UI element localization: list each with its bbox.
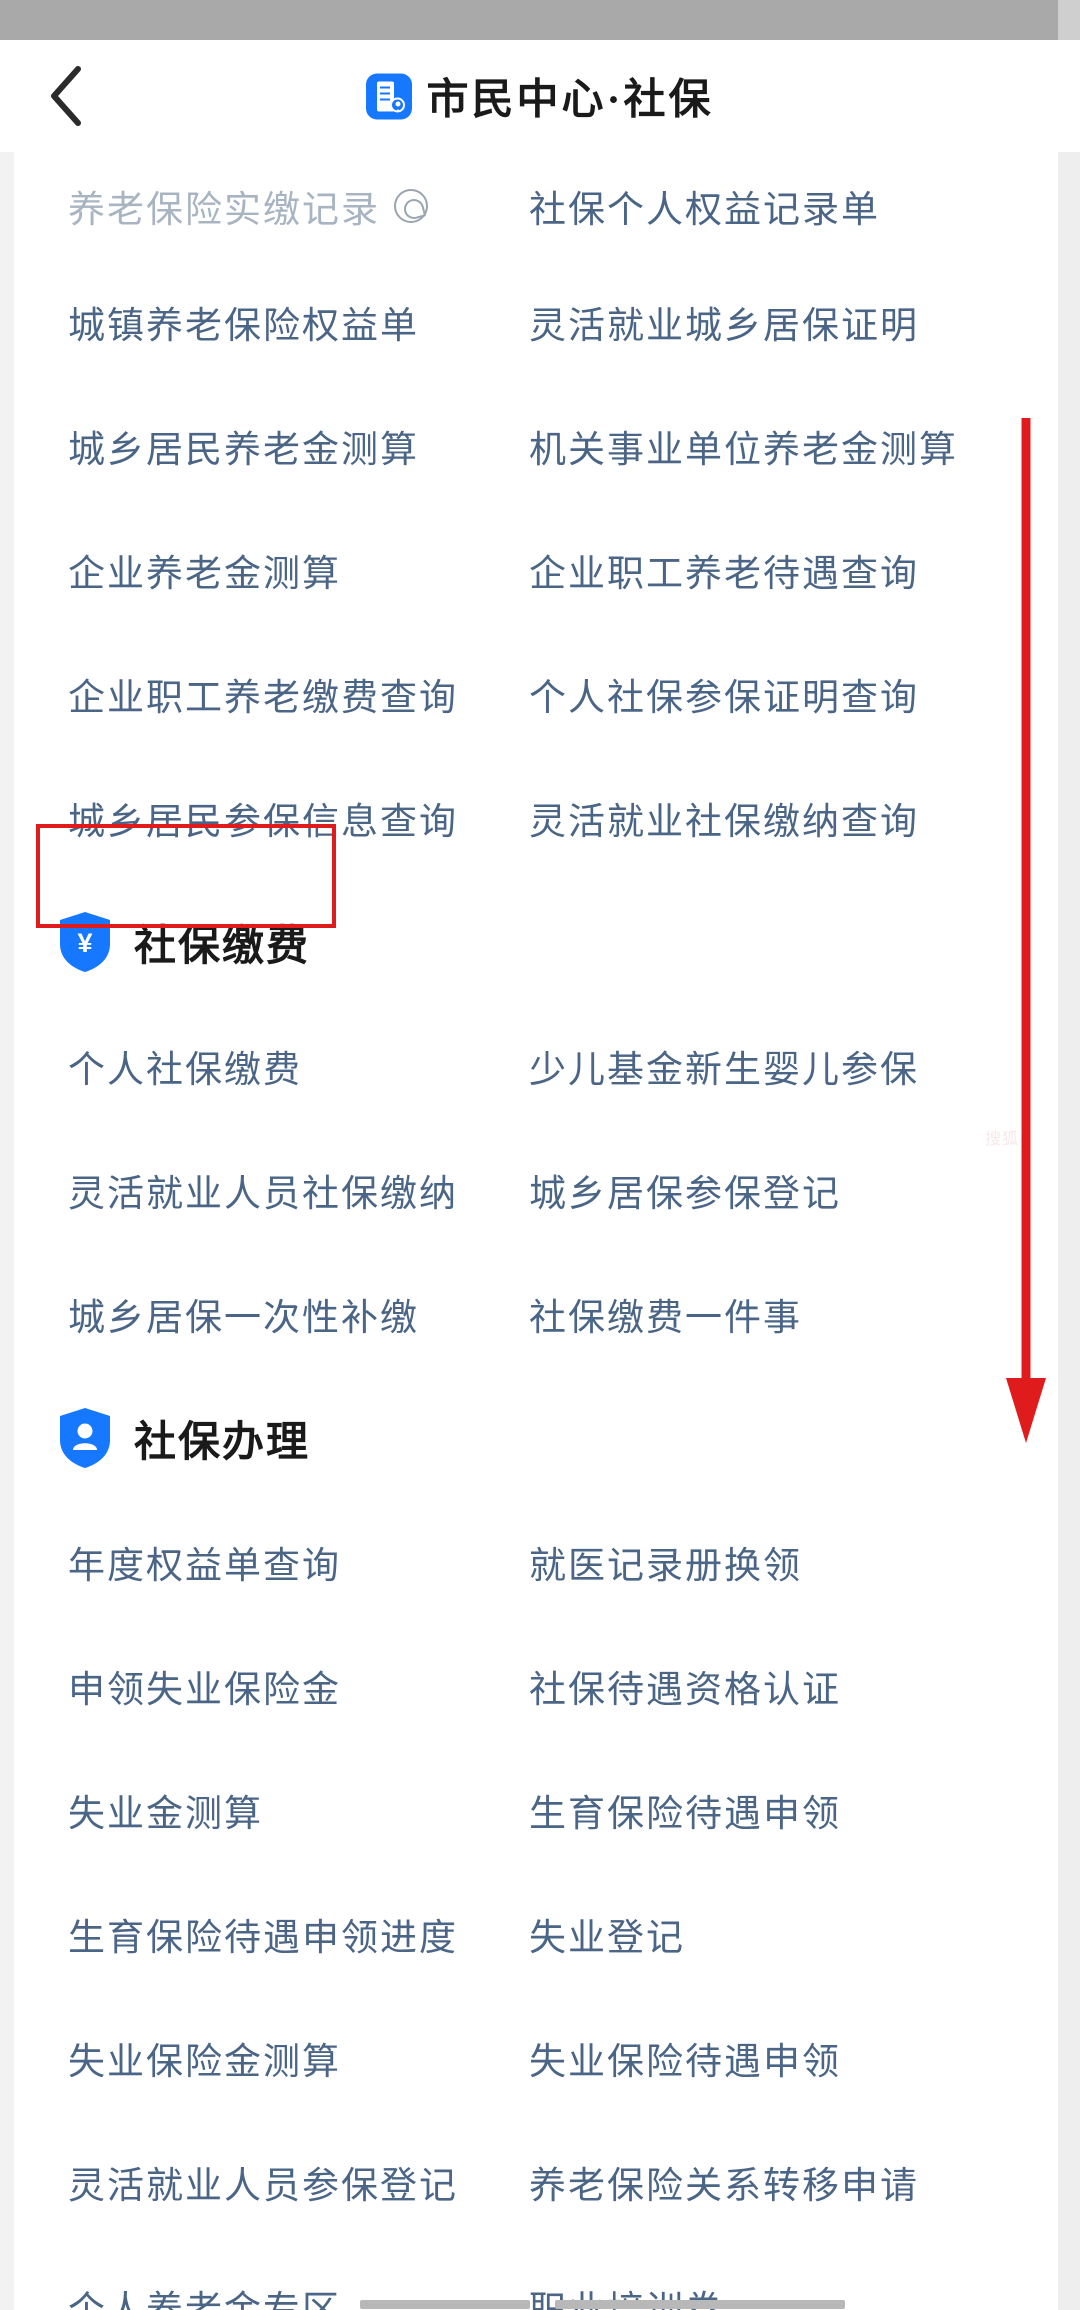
table-row: 个人社保缴费 少儿基金新生婴儿参保 bbox=[0, 1004, 1010, 1128]
service-item-shengyu-baoxian-daiyu-shenling[interactable]: 生育保险待遇申领 bbox=[505, 1783, 1010, 1837]
status-bar-corner bbox=[1058, 0, 1080, 40]
svg-text:¥: ¥ bbox=[77, 928, 92, 958]
service-item-shebao-quanyi-jilu-dan[interactable]: 社保个人权益记录单 bbox=[505, 179, 1010, 233]
service-item-chengxiang-jubao-canbao-dengji[interactable]: 城乡居保参保登记 bbox=[505, 1163, 1010, 1217]
service-item-label: 养老保险关系转移申请 bbox=[529, 2166, 919, 2207]
back-button[interactable] bbox=[34, 64, 98, 128]
table-row: 失业保险金测算 失业保险待遇申领 bbox=[0, 1996, 1010, 2120]
refresh-badge-icon bbox=[394, 189, 428, 223]
table-row: 申领失业保险金 社保待遇资格认证 bbox=[0, 1624, 1010, 1748]
service-item-chengxiang-jumin-yanglaojin-cesuan[interactable]: 城乡居民养老金测算 bbox=[0, 419, 505, 473]
service-item-label: 灵活就业城乡居保证明 bbox=[529, 306, 919, 347]
service-item-shiye-dengji[interactable]: 失业登记 bbox=[505, 1907, 1010, 1961]
service-item-label: 个人社保参保证明查询 bbox=[529, 678, 919, 719]
service-item-shiye-baoxianjin-cesuan[interactable]: 失业保险金测算 bbox=[0, 2031, 505, 2085]
service-item-chengzhen-yanglao-quanyidan[interactable]: 城镇养老保险权益单 bbox=[0, 295, 505, 349]
service-item-label: 个人养老金专区 bbox=[68, 2279, 341, 2310]
service-item-label: 失业登记 bbox=[529, 1918, 685, 1959]
service-item-label: 灵活就业社保缴纳查询 bbox=[529, 802, 919, 843]
service-item-label: 申领失业保险金 bbox=[68, 1670, 341, 1711]
service-item-label: 城乡居保参保登记 bbox=[529, 1174, 841, 1215]
service-item-geren-shebao-jiaofei[interactable]: 个人社保缴费 bbox=[0, 1039, 505, 1093]
service-item-shiyejin-cesuan[interactable]: 失业金测算 bbox=[0, 1783, 505, 1837]
section-header-shebao-jiaofei: ¥ 社保缴费 bbox=[0, 880, 1010, 1004]
service-item-yanglao-shijiao-jilu[interactable]: 养老保险实缴记录 bbox=[0, 179, 505, 233]
service-item-label: 城镇养老保险权益单 bbox=[68, 306, 419, 347]
bottom-underline-left bbox=[360, 2300, 530, 2309]
yen-shield-icon: ¥ bbox=[58, 911, 112, 973]
table-row: 城乡居民养老金测算 机关事业单位养老金测算 bbox=[0, 384, 1010, 508]
section-title: 社保办理 bbox=[134, 1419, 311, 1466]
citizen-card-icon bbox=[366, 73, 413, 119]
service-item-shengyu-baoxian-daiyu-shenling-jindu[interactable]: 生育保险待遇申领进度 bbox=[0, 1907, 505, 1961]
table-row: 灵活就业人员参保登记 养老保险关系转移申请 bbox=[0, 2120, 1010, 2244]
table-row: 城乡居民参保信息查询 灵活就业社保缴纳查询 bbox=[0, 756, 1010, 880]
service-item-label: 企业养老金测算 bbox=[68, 554, 341, 595]
table-row: 灵活就业人员社保缴纳 城乡居保参保登记 bbox=[0, 1128, 1010, 1252]
table-row: 城镇养老保险权益单 灵活就业城乡居保证明 bbox=[0, 260, 1010, 384]
table-row: 生育保险待遇申领进度 失业登记 bbox=[0, 1872, 1010, 1996]
service-item-shenling-shiye-baoxianjin[interactable]: 申领失业保险金 bbox=[0, 1659, 505, 1713]
header-title-group: 市民中心·社保 bbox=[0, 66, 1080, 127]
service-item-chengxiang-jubao-yicixing-bujiao[interactable]: 城乡居保一次性补缴 bbox=[0, 1287, 505, 1341]
service-item-label: 社保个人权益记录单 bbox=[529, 190, 880, 231]
service-item-label: 灵活就业人员参保登记 bbox=[68, 2166, 458, 2207]
service-item-jiuyi-jilu-ce-huanling[interactable]: 就医记录册换领 bbox=[505, 1535, 1010, 1589]
page-title: 市民中心·社保 bbox=[426, 77, 714, 124]
service-item-chengxiang-jumin-canbao-xinxi-chaxun[interactable]: 城乡居民参保信息查询 bbox=[0, 791, 505, 845]
table-row: 企业养老金测算 企业职工养老待遇查询 bbox=[0, 508, 1010, 632]
service-list-scroll-area[interactable]: 养老保险实缴记录 社保个人权益记录单 城镇养老保险权益单 灵活就业城乡居保证明 … bbox=[0, 152, 1080, 2310]
section-title: 社保缴费 bbox=[134, 923, 311, 970]
bottom-underline-right bbox=[555, 2300, 845, 2309]
service-item-linghuo-jiuye-shebao-jiaona-chaxun[interactable]: 灵活就业社保缴纳查询 bbox=[505, 791, 1010, 845]
person-shield-icon bbox=[58, 1407, 112, 1469]
service-item-geren-shebao-canbao-zhengming-chaxun[interactable]: 个人社保参保证明查询 bbox=[505, 667, 1010, 721]
service-item-linghuo-jiuye-chengxiang-jubao[interactable]: 灵活就业城乡居保证明 bbox=[505, 295, 1010, 349]
service-item-yanglao-baoxian-guanxi-zhuanyi-shenqing[interactable]: 养老保险关系转移申请 bbox=[505, 2155, 1010, 2209]
service-item-jiguan-shiye-danwei-cesuan[interactable]: 机关事业单位养老金测算 bbox=[505, 419, 1010, 473]
service-item-label: 失业保险金测算 bbox=[68, 2042, 341, 2083]
service-item-linghuo-jiuye-renyuan-canbao-dengji[interactable]: 灵活就业人员参保登记 bbox=[0, 2155, 505, 2209]
table-row: 年度权益单查询 就医记录册换领 bbox=[0, 1500, 1010, 1624]
service-item-label: 生育保险待遇申领 bbox=[529, 1794, 841, 1835]
status-bar bbox=[0, 0, 1080, 40]
service-item-label: 企业职工养老待遇查询 bbox=[529, 554, 919, 595]
section-header-shebao-banli: 社保办理 bbox=[0, 1376, 1010, 1500]
table-row: 企业职工养老缴费查询 个人社保参保证明查询 bbox=[0, 632, 1010, 756]
service-item-qiye-zhigong-yanglao-jiaofei-chaxun[interactable]: 企业职工养老缴费查询 bbox=[0, 667, 505, 721]
table-row: 养老保险实缴记录 社保个人权益记录单 bbox=[0, 152, 1010, 260]
service-item-label: 就医记录册换领 bbox=[529, 1546, 802, 1587]
service-item-shebao-jiaofei-yijianshi[interactable]: 社保缴费一件事 bbox=[505, 1287, 1010, 1341]
service-item-label: 生育保险待遇申领进度 bbox=[68, 1918, 458, 1959]
service-item-label: 城乡居民参保信息查询 bbox=[68, 802, 458, 843]
table-row: 失业金测算 生育保险待遇申领 bbox=[0, 1748, 1010, 1872]
service-item-label: 养老保险实缴记录 bbox=[68, 190, 380, 231]
service-item-label: 社保待遇资格认证 bbox=[529, 1670, 841, 1711]
service-item-label: 机关事业单位养老金测算 bbox=[529, 430, 958, 471]
service-item-label: 城乡居民养老金测算 bbox=[68, 430, 419, 471]
service-item-shiye-baoxian-daiyu-shenling[interactable]: 失业保险待遇申领 bbox=[505, 2031, 1010, 2085]
app-header: 市民中心·社保 bbox=[0, 40, 1080, 152]
service-item-label: 企业职工养老缴费查询 bbox=[68, 678, 458, 719]
service-item-label: 年度权益单查询 bbox=[68, 1546, 341, 1587]
service-item-shaoer-jijin-xinsheng-yinger-canbao[interactable]: 少儿基金新生婴儿参保 bbox=[505, 1039, 1010, 1093]
service-item-linghuo-jiuye-renyuan-shebao-jiaona[interactable]: 灵活就业人员社保缴纳 bbox=[0, 1163, 505, 1217]
service-item-label: 社保缴费一件事 bbox=[529, 1298, 802, 1339]
service-item-label: 个人社保缴费 bbox=[68, 1050, 302, 1091]
service-item-shebao-daiyu-zige-renzheng[interactable]: 社保待遇资格认证 bbox=[505, 1659, 1010, 1713]
table-row: 城乡居保一次性补缴 社保缴费一件事 bbox=[0, 1252, 1010, 1376]
vertical-scrollbar[interactable] bbox=[1058, 152, 1080, 2310]
service-grid: 养老保险实缴记录 社保个人权益记录单 城镇养老保险权益单 灵活就业城乡居保证明 … bbox=[0, 152, 1010, 2310]
service-item-qiye-zhigong-yanglao-daiyu-chaxun[interactable]: 企业职工养老待遇查询 bbox=[505, 543, 1010, 597]
service-item-label: 灵活就业人员社保缴纳 bbox=[68, 1174, 458, 1215]
chevron-left-icon bbox=[46, 65, 86, 127]
service-item-niandu-quanyidan-chaxun[interactable]: 年度权益单查询 bbox=[0, 1535, 505, 1589]
service-item-label: 城乡居保一次性补缴 bbox=[68, 1298, 419, 1339]
service-item-label: 少儿基金新生婴儿参保 bbox=[529, 1050, 919, 1091]
service-item-label: 失业金测算 bbox=[68, 1794, 263, 1835]
service-item-label: 失业保险待遇申领 bbox=[529, 2042, 841, 2083]
service-item-qiye-yanglaojin-cesuan[interactable]: 企业养老金测算 bbox=[0, 543, 505, 597]
